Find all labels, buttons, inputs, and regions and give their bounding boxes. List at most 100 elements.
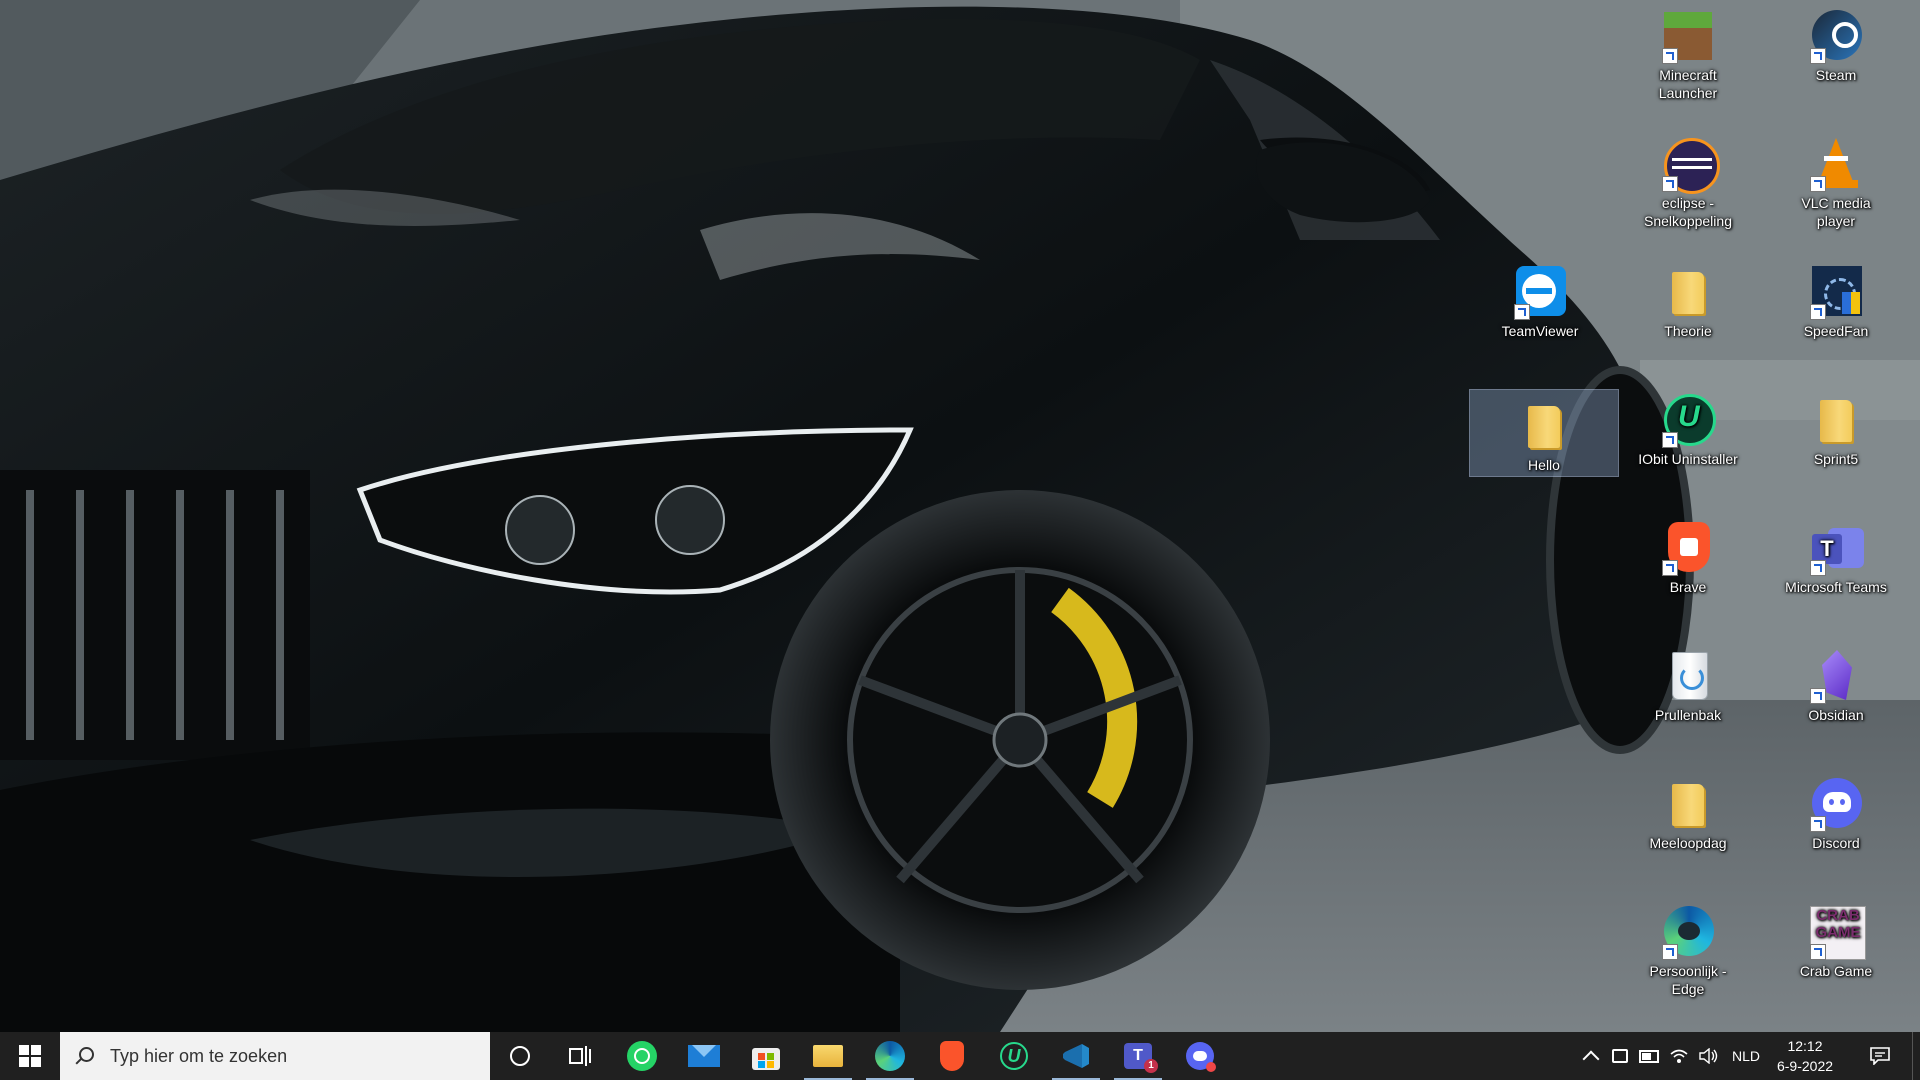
- icon-label: Minecraft Launcher: [1658, 67, 1718, 101]
- icon-label: Hello: [1528, 457, 1560, 473]
- icon-label: Persoonlijk - Edge: [1649, 963, 1727, 997]
- desktop-wallpaper[interactable]: Minecraft Launcher Steam eclipse - Snelk…: [0, 0, 1920, 1032]
- start-button[interactable]: [0, 1032, 60, 1080]
- iobit-icon: U: [1000, 1042, 1028, 1070]
- icon-label: Theorie: [1664, 323, 1712, 339]
- shortcut-arrow-icon: [1810, 48, 1826, 64]
- icon-label: Steam: [1815, 67, 1857, 83]
- desktop-icon-iobit-uninstaller[interactable]: U IObit Uninstaller: [1632, 384, 1744, 492]
- notification-icon: [1870, 1047, 1890, 1065]
- shortcut-arrow-icon: [1514, 304, 1530, 320]
- desktop-icon-microsoft-teams[interactable]: T Microsoft Teams: [1780, 512, 1892, 620]
- desktop-icon-meeloopdag-folder[interactable]: Meeloopdag: [1632, 768, 1744, 876]
- notification-badge: 1: [1144, 1059, 1158, 1073]
- taskbar-vscode[interactable]: [1046, 1032, 1106, 1080]
- taskbar-iobit-uninstaller[interactable]: U: [984, 1032, 1044, 1080]
- iobit-uninstaller-icon: U: [1660, 392, 1716, 448]
- icon-label: VLC media player: [1801, 195, 1871, 229]
- icon-label: Sprint5: [1813, 451, 1859, 467]
- recycle-bin-icon: [1660, 648, 1716, 704]
- crab-game-icon: CRAB GAME: [1808, 904, 1866, 960]
- icon-label: Discord: [1812, 835, 1860, 851]
- tray-clock[interactable]: 12:12 6-9-2022: [1762, 1036, 1848, 1076]
- shortcut-arrow-icon: [1810, 176, 1826, 192]
- brave-icon: [940, 1041, 964, 1071]
- teams-icon: T 1: [1124, 1043, 1158, 1073]
- taskbar-mail[interactable]: [674, 1032, 734, 1080]
- desktop-icon-eclipse[interactable]: eclipse - Snelkoppeling: [1632, 128, 1744, 236]
- search-icon: [74, 1046, 94, 1066]
- taskbar-search-box[interactable]: [60, 1032, 490, 1080]
- minecraft-icon: [1660, 8, 1716, 64]
- folder-icon: [813, 1045, 843, 1067]
- teams-icon: T: [1808, 520, 1864, 576]
- tray-volume[interactable]: [1694, 1032, 1724, 1080]
- shortcut-arrow-icon: [1810, 688, 1826, 704]
- desktop-icon-teamviewer[interactable]: TeamViewer: [1484, 256, 1596, 364]
- desktop-icon-theorie-folder[interactable]: Theorie: [1632, 256, 1744, 364]
- desktop-icon-hello-folder[interactable]: Hello: [1469, 389, 1619, 477]
- desktop-icon-speedfan[interactable]: SpeedFan: [1780, 256, 1892, 364]
- shortcut-arrow-icon: [1662, 432, 1678, 448]
- desktop-icon-minecraft-launcher[interactable]: Minecraft Launcher: [1632, 0, 1744, 108]
- desktop-icon-discord[interactable]: Discord: [1780, 768, 1892, 876]
- tray-show-hidden-icons[interactable]: [1576, 1032, 1606, 1080]
- taskbar-microsoft-store[interactable]: [736, 1032, 796, 1080]
- tray-input-language[interactable]: NLD: [1726, 1032, 1766, 1080]
- desktop-icon-steam[interactable]: Steam: [1780, 0, 1892, 108]
- shortcut-arrow-icon: [1810, 304, 1826, 320]
- folder-icon: [1516, 398, 1572, 454]
- language-indicator: NLD: [1731, 1048, 1760, 1064]
- shortcut-arrow-icon: [1810, 816, 1826, 832]
- show-desktop-button[interactable]: [1912, 1032, 1920, 1080]
- eclipse-icon: [1660, 136, 1720, 194]
- taskbar-teams[interactable]: T 1: [1108, 1032, 1168, 1080]
- cortana-button[interactable]: [490, 1032, 550, 1080]
- taskbar-discord[interactable]: [1170, 1032, 1230, 1080]
- taskbar-file-explorer[interactable]: [798, 1032, 858, 1080]
- store-icon: [752, 1048, 780, 1070]
- clock-time: 12:12: [1787, 1038, 1823, 1054]
- edge-icon: [1660, 904, 1716, 960]
- tray-battery[interactable]: [1634, 1032, 1664, 1080]
- shortcut-arrow-icon: [1810, 560, 1826, 576]
- camera-icon: [1612, 1049, 1628, 1063]
- windows-logo-icon: [19, 1045, 41, 1067]
- edge-icon: [875, 1041, 905, 1071]
- battery-icon: [1639, 1049, 1659, 1063]
- taskbar-whatsapp[interactable]: [612, 1032, 672, 1080]
- mail-icon: [688, 1045, 720, 1067]
- desktop-icon-brave[interactable]: Brave: [1632, 512, 1744, 620]
- desktop-icon-recycle-bin[interactable]: Prullenbak: [1632, 640, 1744, 748]
- desktop-icon-crab-game[interactable]: CRAB GAME Crab Game: [1780, 896, 1892, 1004]
- brave-lion-icon: [1660, 520, 1716, 576]
- taskbar-edge[interactable]: [860, 1032, 920, 1080]
- taskbar: U T 1: [0, 1032, 1920, 1080]
- desktop-icon-obsidian[interactable]: Obsidian: [1780, 640, 1892, 748]
- shortcut-arrow-icon: [1662, 560, 1678, 576]
- shortcut-arrow-icon: [1810, 944, 1826, 960]
- tray-meet-now[interactable]: [1606, 1032, 1634, 1080]
- icon-label: Crab Game: [1799, 963, 1873, 979]
- icon-label: eclipse - Snelkoppeling: [1644, 195, 1732, 229]
- icon-label: TeamViewer: [1501, 323, 1579, 339]
- task-view-button[interactable]: [550, 1032, 610, 1080]
- discord-icon: [1808, 776, 1864, 832]
- discord-icon: [1186, 1042, 1216, 1072]
- wifi-icon: [1670, 1049, 1688, 1063]
- clock-date: 6-9-2022: [1776, 1058, 1834, 1074]
- steam-icon: [1808, 8, 1864, 64]
- taskbar-brave[interactable]: [922, 1032, 982, 1080]
- desktop-icon-vlc[interactable]: VLC media player: [1780, 128, 1892, 236]
- icon-label: Obsidian: [1808, 707, 1864, 723]
- tray-wifi[interactable]: [1664, 1032, 1694, 1080]
- desktop-icon-edge[interactable]: Persoonlijk - Edge: [1632, 896, 1744, 1004]
- whatsapp-icon: [627, 1041, 657, 1071]
- cortana-circle-icon: [510, 1046, 530, 1066]
- shortcut-arrow-icon: [1662, 48, 1678, 64]
- shortcut-arrow-icon: [1662, 944, 1678, 960]
- desktop-icon-sprint5-folder[interactable]: Sprint5: [1780, 384, 1892, 492]
- folder-icon: [1808, 392, 1864, 448]
- action-center-button[interactable]: [1860, 1032, 1900, 1080]
- search-input[interactable]: [108, 1044, 472, 1068]
